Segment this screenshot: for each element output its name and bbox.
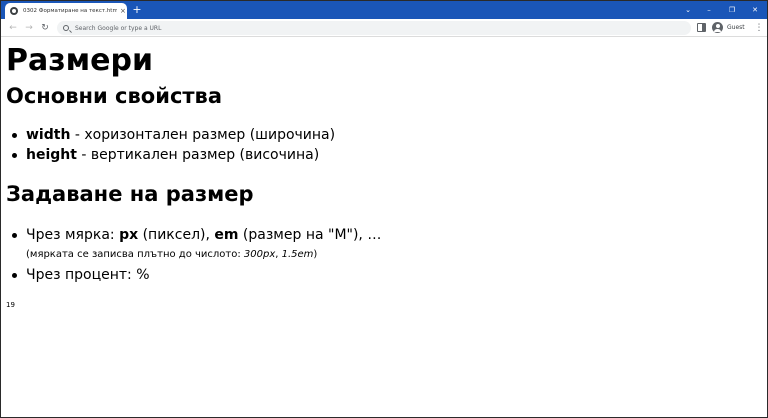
example-em: 1.5em xyxy=(281,249,314,260)
property-description: - хоризонтален размер (широчина) xyxy=(70,127,336,143)
browser-toolbar: ← → ↻ Guest ⋮ xyxy=(1,19,767,37)
property-term: height xyxy=(26,147,77,163)
section-heading-set-size: Задаване на размер xyxy=(6,182,254,206)
unit-note: (мярката се записва плътно до числото: 3… xyxy=(26,248,317,262)
item-prefix: Чрез мярка: xyxy=(26,227,120,243)
page-number: 19 xyxy=(6,301,15,309)
unit-em-description: (размер на "M"), … xyxy=(238,227,382,243)
list-item: width - хоризонтален размер (широчина) xyxy=(11,125,336,145)
plus-icon[interactable]: + xyxy=(131,3,143,17)
list-item: height - вертикален размер (височина) xyxy=(11,145,320,165)
unit-px: px xyxy=(119,227,139,243)
maximize-icon[interactable]: ❐ xyxy=(721,1,743,19)
kebab-menu-icon[interactable]: ⋮ xyxy=(754,22,764,34)
side-panel-icon[interactable] xyxy=(697,23,706,32)
page-content: Размери Основни свойства width - хоризон… xyxy=(1,38,767,417)
unit-px-description: (пиксел), xyxy=(138,227,215,243)
tab-active[interactable]: 0302 Форматиране на текст.htm × xyxy=(5,3,127,19)
tab-title: 0302 Форматиране на текст.htm xyxy=(23,8,117,14)
title-bar: 0302 Форматиране на текст.htm × + ⌄ – ❐ … xyxy=(1,1,767,19)
search-icon xyxy=(63,25,69,31)
address-bar[interactable] xyxy=(57,21,691,35)
note-text: (мярката се записва плътно до числото: xyxy=(26,249,244,260)
globe-icon xyxy=(10,7,18,15)
reload-icon[interactable]: ↻ xyxy=(38,21,52,35)
property-description: - вертикален размер (височина) xyxy=(76,147,320,163)
forward-arrow-icon[interactable]: → xyxy=(22,21,36,35)
list-item: Чрез процент: % xyxy=(12,267,150,283)
list-item: Чрез мярка: px (пиксел), em (размер на "… xyxy=(11,225,382,245)
property-term: width xyxy=(26,127,71,143)
address-input[interactable] xyxy=(75,22,675,34)
example-px: 300px xyxy=(243,249,276,260)
avatar-icon xyxy=(712,22,723,33)
note-end: ) xyxy=(313,249,318,260)
minimize-icon[interactable]: – xyxy=(698,1,720,19)
close-icon[interactable]: × xyxy=(120,7,126,15)
page-title: Размери xyxy=(6,43,154,78)
close-window-icon[interactable]: ✕ xyxy=(744,1,766,19)
back-arrow-icon[interactable]: ← xyxy=(6,21,20,35)
unit-em: em xyxy=(214,227,239,243)
profile-label: Guest xyxy=(727,24,745,31)
profile-button[interactable]: Guest xyxy=(712,22,745,33)
browser-window: 0302 Форматиране на текст.htm × + ⌄ – ❐ … xyxy=(0,0,768,418)
section-heading-basic-properties: Основни свойства xyxy=(6,84,223,108)
chevron-down-icon[interactable]: ⌄ xyxy=(677,1,699,19)
